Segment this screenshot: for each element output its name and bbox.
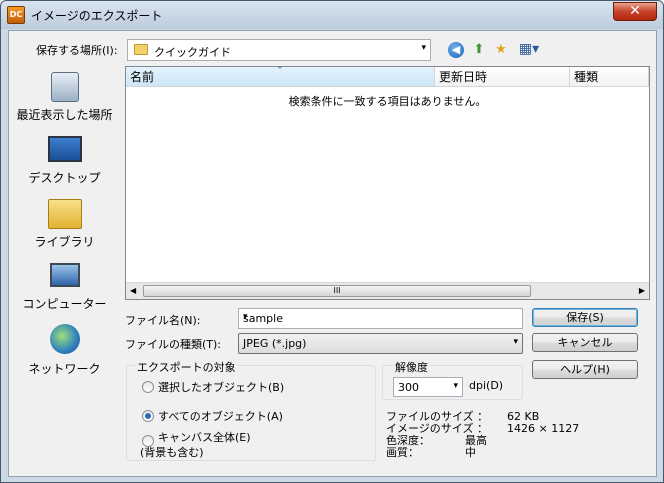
scroll-right-icon[interactable]: ▶ — [639, 286, 645, 295]
filename-label: ファイル名(N): — [125, 314, 201, 327]
place-label: ネットワーク — [28, 362, 101, 376]
radio-button[interactable] — [142, 410, 154, 422]
column-header-name[interactable]: 名前 ⌃ — [126, 66, 435, 87]
resolution-group: 解像度 300 ▾ dpi(D) — [382, 359, 523, 400]
computer-icon — [49, 263, 80, 287]
radio-button[interactable] — [142, 435, 154, 447]
network-icon — [49, 324, 80, 354]
export-target-title: エクスポートの対象 — [135, 359, 238, 375]
place-label: 最近表示した場所 — [16, 108, 113, 122]
quality-label: 画質： — [386, 446, 419, 459]
radio-button[interactable] — [142, 381, 154, 393]
chevron-down-icon[interactable]: ▾ — [421, 43, 426, 53]
place-label: デスクトップ — [28, 171, 101, 185]
resolution-title: 解像度 — [393, 359, 430, 375]
title-bar[interactable]: DC イメージのエクスポート ✕ — [1, 1, 663, 29]
recent-places-icon — [50, 72, 79, 102]
horizontal-scrollbar[interactable]: ◀ III ▶ — [126, 282, 649, 299]
quality-value: 中 — [465, 446, 476, 459]
view-menu-icon[interactable]: ▦▾ — [515, 40, 543, 59]
place-desktop[interactable]: デスクトップ — [9, 136, 120, 186]
new-folder-icon[interactable]: ★ — [491, 40, 511, 59]
column-header-type[interactable]: 種類 — [570, 67, 649, 87]
save-in-label: 保存する場所(I): — [36, 44, 118, 57]
empty-list-message: 検索条件に一致する項目はありません。 — [288, 95, 487, 108]
places-bar: 最近表示した場所 デスクトップ ライブラリ コンピューター ネットワーク — [9, 66, 120, 476]
libraries-icon — [47, 199, 82, 229]
radio-selected-objects[interactable]: 選択したオブジェクト(B) — [142, 379, 284, 395]
dpi-value: 300 — [398, 381, 419, 394]
save-in-value: クイックガイド — [154, 46, 231, 59]
scroll-left-icon[interactable]: ◀ — [130, 286, 136, 295]
radio-whole-canvas[interactable]: キャンバス全体(E) (背景も含む) — [140, 431, 251, 459]
place-label: ライブラリ — [34, 235, 95, 249]
dialog-body: 保存する場所(I): クイックガイド ▾ ◀ ⬆ ★ ▦▾ 最近表示した場所 デ… — [8, 30, 657, 477]
radio-all-objects[interactable]: すべてのオブジェクト(A) — [142, 408, 283, 424]
help-button[interactable]: ヘルプ(H) — [532, 360, 638, 379]
sort-ascending-icon: ⌃ — [276, 66, 284, 76]
place-recent[interactable]: 最近表示した場所 — [9, 72, 120, 123]
filetype-select[interactable]: JPEG (*.jpg) ▾ — [238, 333, 523, 354]
image-size-value: 1426 × 1127 — [507, 422, 580, 435]
radio-label: 選択したオブジェクト(B) — [158, 381, 285, 394]
place-computer[interactable]: コンピューター — [9, 263, 120, 312]
chevron-down-icon[interactable]: ▾ — [513, 337, 518, 347]
desktop-icon — [47, 136, 82, 162]
chevron-down-icon[interactable]: ▾ — [453, 381, 458, 391]
column-label: 名前 — [130, 70, 155, 84]
file-list[interactable]: 名前 ⌃ 更新日時 種類 検索条件に一致する項目はありません。 ◀ III ▶ — [125, 66, 650, 300]
save-in-combo[interactable]: クイックガイド ▾ — [127, 39, 431, 61]
dpi-select[interactable]: 300 ▾ — [393, 377, 463, 397]
export-target-group: エクスポートの対象 選択したオブジェクト(B) すべてのオブジェクト(A) キャ… — [126, 359, 376, 461]
export-image-dialog: DC イメージのエクスポート ✕ 保存する場所(I): クイックガイド ▾ ◀ … — [0, 0, 664, 483]
app-icon: DC — [7, 6, 25, 24]
window-title: イメージのエクスポート — [31, 9, 163, 23]
place-libraries[interactable]: ライブラリ — [9, 199, 120, 250]
radio-label: キャンバス全体(E) — [158, 431, 251, 444]
save-button[interactable]: 保存(S) — [532, 308, 638, 327]
close-button[interactable]: ✕ — [613, 2, 657, 21]
cancel-button[interactable]: キャンセル — [532, 333, 638, 352]
place-network[interactable]: ネットワーク — [9, 324, 120, 377]
scroll-thumb[interactable]: III — [143, 285, 531, 297]
filetype-label: ファイルの種類(T): — [125, 338, 222, 351]
filetype-value: JPEG (*.jpg) — [243, 337, 307, 350]
filename-input[interactable]: sample ▾ — [238, 308, 523, 329]
back-icon[interactable]: ◀ — [448, 42, 464, 58]
dpi-unit-label: dpi(D) — [469, 379, 504, 392]
column-header-date[interactable]: 更新日時 — [435, 67, 570, 87]
folder-icon — [134, 44, 148, 55]
up-folder-icon[interactable]: ⬆ — [469, 40, 489, 59]
radio-label-sub: (背景も含む) — [140, 446, 204, 459]
chevron-down-icon[interactable]: ▾ — [243, 312, 518, 322]
place-label: コンピューター — [22, 297, 107, 311]
radio-label: すべてのオブジェクト(A) — [158, 410, 283, 423]
